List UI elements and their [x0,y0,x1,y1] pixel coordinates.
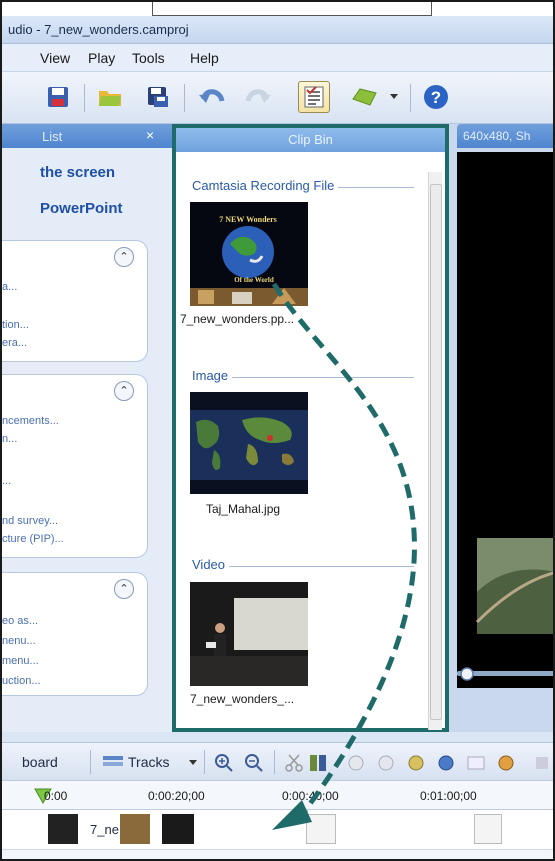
close-icon[interactable]: × [146,127,154,143]
menu-view[interactable]: View [40,50,70,66]
timeline-clip[interactable] [162,814,194,844]
slider-handle[interactable] [460,667,474,681]
task-link[interactable]: ... [2,475,11,487]
timeline-track[interactable]: 7_ne [2,810,553,850]
captions-icon[interactable] [466,753,486,773]
seek-slider[interactable] [457,664,555,684]
task-link[interactable]: nenu... [2,635,36,647]
save-as-icon[interactable] [142,81,174,113]
window-title: udio - 7_new_wonders.camproj [8,22,189,37]
task-link[interactable]: nd survey... [2,515,58,527]
tracks-button[interactable]: Tracks [128,754,169,770]
task-list-panel: List × the screen PowerPoint ⌃ a... tion… [2,124,172,732]
storyboard-button[interactable]: board [22,754,58,770]
timeline-tick: 0:00 [44,789,68,803]
collapse-icon[interactable]: ⌃ [114,247,134,267]
callout-icon[interactable] [436,753,456,773]
tracks-icon [103,756,123,766]
task-list-header: List × [2,124,172,148]
task-link[interactable]: tion... [2,319,29,331]
clip-thumbnail-video[interactable] [190,582,308,686]
save-icon[interactable] [42,81,74,113]
great-wall-frame [475,538,553,634]
menu-tools[interactable]: Tools [132,50,165,66]
more-tools-icon[interactable] [532,753,552,773]
task-group-1: ⌃ a... tion... era... [2,240,148,362]
task-group-2: ⌃ ncements... n... ... nd survey... ctur… [2,374,148,558]
clip-caption: 7_new_wonders_... [190,692,295,706]
clip-bin-scrollbar[interactable] [428,172,442,730]
preview-video [457,152,553,688]
scrollbar-thumb[interactable] [430,184,442,720]
wonders-globe-thumbnail: 7 NEW Wonders Of the World [190,202,308,306]
task-list-icon[interactable] [298,81,330,113]
title-bar: udio - 7_new_wonders.camproj [2,16,553,44]
clip-icon-video[interactable] [48,814,78,844]
task-link[interactable]: menu... [2,655,39,667]
task-link[interactable]: cture (PIP)... [2,533,64,545]
undo-icon[interactable] [196,81,228,113]
clip-caption: Taj_Mahal.jpg [206,502,281,516]
world-map-thumbnail [190,392,308,494]
task-link[interactable]: era... [2,337,27,349]
zoom-out-icon[interactable] [244,753,264,773]
thumb-subtitle-text: Of the World [234,276,274,284]
track-clip-label: 7_ne [90,822,119,837]
top-strip [2,2,553,16]
timeline-bottom [2,850,553,859]
task-record-screen[interactable]: the screen [40,164,115,181]
cut-icon[interactable] [284,753,304,773]
clip-thumbnail-recording[interactable]: 7 NEW Wonders Of the World [190,202,308,306]
chevron-down-icon[interactable] [386,81,402,113]
audio-icon[interactable] [406,753,426,773]
section-videos: Video [192,557,230,572]
collapse-icon[interactable]: ⌃ [114,579,134,599]
redo-icon[interactable] [242,81,274,113]
preview-panel: 640x480, Sh [449,124,555,732]
timeline-tick: 0:01:00;00 [420,789,477,803]
menu-bar: View Play Tools Help [2,44,553,72]
clip-caption: 7_new_wonders.pp... [180,312,295,326]
chevron-down-icon[interactable] [188,759,198,767]
section-images: Image [192,368,233,383]
task-link[interactable]: n... [2,433,17,445]
collapse-icon[interactable]: ⌃ [114,381,134,401]
timeline-toolbar: board Tracks [2,742,553,780]
task-list-title: List [42,129,63,144]
task-link[interactable]: a... [2,281,17,293]
section-recording-files: Camtasia Recording File [192,178,339,193]
preview-header: 640x480, Sh [457,124,553,148]
menu-play[interactable]: Play [88,50,115,66]
clip-thumbnail-image[interactable] [190,392,308,494]
timeline-clip[interactable] [474,814,502,844]
help-icon[interactable]: ? [420,81,452,113]
quiz-icon[interactable] [496,753,516,773]
clip-bin-icon[interactable] [348,81,380,113]
camtasia-window: udio - 7_new_wonders.camproj View Play T… [0,0,555,861]
lecture-video-thumbnail [190,582,308,686]
timeline-tick: 0:00:20;00 [148,789,205,803]
clip-bin-header: Clip Bin [176,128,445,152]
task-link[interactable]: uction... [2,675,41,687]
main-toolbar: ? [2,72,553,124]
effect-icon[interactable] [376,753,396,773]
task-group-3: ⌃ eo as... nenu... menu... uction... [2,572,148,696]
zoom-in-icon[interactable] [214,753,234,773]
svg-text:?: ? [431,88,441,107]
timeline-clip[interactable] [120,814,150,844]
task-link[interactable]: ncements... [2,415,59,427]
task-link[interactable]: eo as... [2,615,38,627]
open-folder-icon[interactable] [94,81,126,113]
timeline-tick: 0:00:40;00 [282,789,339,803]
timeline-clip[interactable] [306,814,336,844]
task-record-powerpoint[interactable]: PowerPoint [40,200,123,217]
split-icon[interactable] [308,753,328,773]
menu-help[interactable]: Help [190,50,219,66]
thumb-title-text: 7 NEW Wonders [219,215,277,224]
clip-bin-panel: Clip Bin Camtasia Recording File 7 NEW W… [172,124,449,732]
timeline-ruler: 0:00 0:00:20;00 0:00:40;00 0:01:00;00 [2,780,553,810]
effect-icon[interactable] [346,753,366,773]
